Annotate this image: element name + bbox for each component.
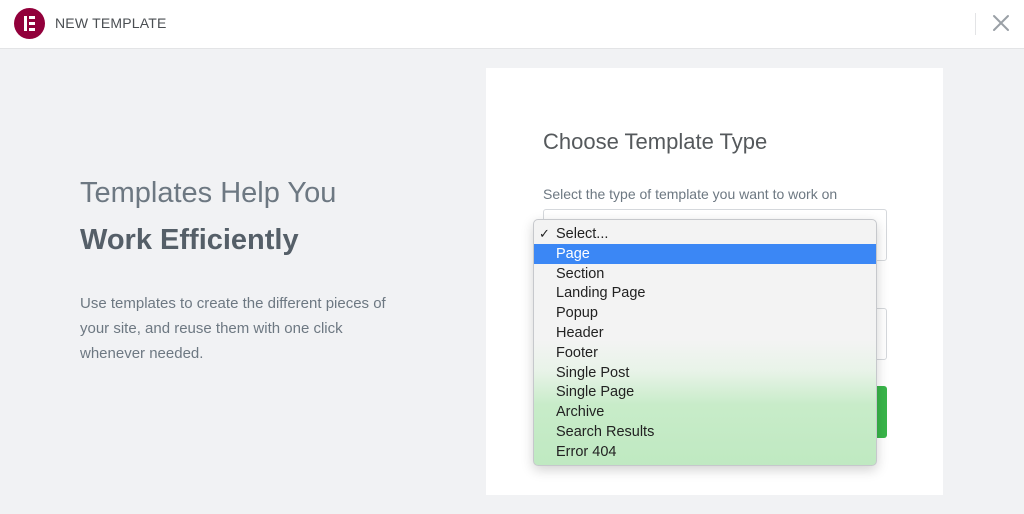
dropdown-option[interactable]: Popup (534, 303, 876, 323)
dropdown-option-label: Popup (556, 305, 598, 322)
modal-header: NEW TEMPLATE (0, 0, 1024, 49)
dropdown-option[interactable]: Header (534, 323, 876, 343)
template-type-label: Select the type of template you want to … (543, 186, 838, 202)
template-type-dropdown[interactable]: ✓ Select... Page Section Landing Page Popup He… (533, 219, 877, 466)
dropdown-option-label: Header (556, 325, 604, 341)
dropdown-option[interactable]: ✓ Select... (534, 224, 876, 244)
intro-section: Templates Help You Work Efficiently (80, 170, 410, 264)
dropdown-option[interactable]: Single Post (534, 363, 876, 383)
close-button[interactable] (990, 12, 1012, 34)
dropdown-option-label: Error 404 (556, 443, 617, 460)
dropdown-option-label: Footer (556, 344, 598, 361)
intro-heading: Templates Help You Work Efficiently (80, 170, 410, 264)
intro-heading-line2: Work Efficiently (80, 224, 299, 256)
dropdown-option[interactable]: Landing Page (534, 283, 876, 303)
intro-heading-line1: Templates Help You (80, 177, 337, 209)
intro-description: Use templates to create the different pi… (80, 295, 386, 362)
modal-title: NEW TEMPLATE (55, 15, 167, 31)
dropdown-option[interactable]: Section (534, 264, 876, 284)
dropdown-option[interactable]: Archive (534, 402, 876, 422)
elementor-logo-icon (14, 8, 45, 39)
close-icon (993, 15, 1009, 31)
dropdown-option-label: Archive (556, 404, 605, 421)
dropdown-option-label: Landing Page (556, 285, 646, 302)
dropdown-option[interactable]: Footer (534, 343, 876, 363)
dropdown-option[interactable]: Single Page (534, 382, 876, 402)
form-title: Choose Template Type (543, 129, 768, 154)
dropdown-option-label: Single Page (556, 384, 635, 401)
dropdown-option-label: Select... (556, 226, 609, 242)
dropdown-option[interactable]: Error 404 (534, 442, 876, 462)
dropdown-option[interactable]: Search Results (534, 422, 876, 442)
header-divider (975, 13, 976, 35)
dropdown-option[interactable]: Page (534, 243, 876, 264)
dropdown-option-label: Page (556, 245, 590, 262)
dropdown-option-label: Search Results (556, 424, 655, 440)
dropdown-option-label: Section (556, 265, 605, 282)
dropdown-option-label: Single Post (556, 364, 630, 381)
checkmark-icon: ✓ (539, 226, 550, 241)
